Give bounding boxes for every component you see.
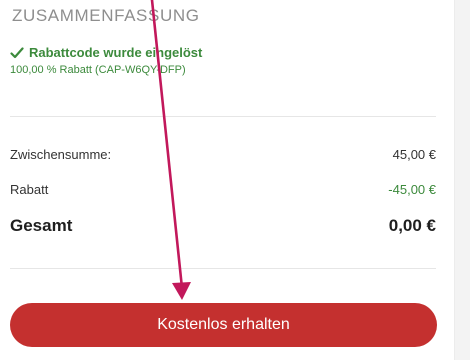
summary-title: ZUSAMMENFASSUNG xyxy=(12,6,200,25)
total-label: Gesamt xyxy=(10,216,73,235)
order-summary-panel: ZUSAMMENFASSUNG Rabattcode wurde eingelö… xyxy=(0,0,454,360)
divider xyxy=(10,268,436,269)
discount-value: -45,00 € xyxy=(388,182,436,197)
subtotal-label: Zwischensumme: xyxy=(10,147,112,162)
coupon-message: Rabattcode wurde eingelöst xyxy=(29,45,203,60)
discount-row: Rabatt -45,00 € xyxy=(10,182,436,197)
subtotal-value: 45,00 € xyxy=(392,147,436,162)
get-for-free-button[interactable]: Kostenlos erhalten xyxy=(10,303,437,347)
check-icon xyxy=(10,46,24,58)
scrollbar[interactable] xyxy=(454,0,470,360)
coupon-detail: 100,00 % Rabatt (CAP-W6QY-DFP) xyxy=(10,64,186,76)
total-row: Gesamt 0,00 € xyxy=(10,216,436,236)
divider xyxy=(10,116,436,117)
total-value: 0,00 € xyxy=(388,216,436,235)
subtotal-row: Zwischensumme: 45,00 € xyxy=(10,147,436,162)
coupon-status: Rabattcode wurde eingelöst xyxy=(10,45,202,60)
discount-label: Rabatt xyxy=(10,182,49,197)
